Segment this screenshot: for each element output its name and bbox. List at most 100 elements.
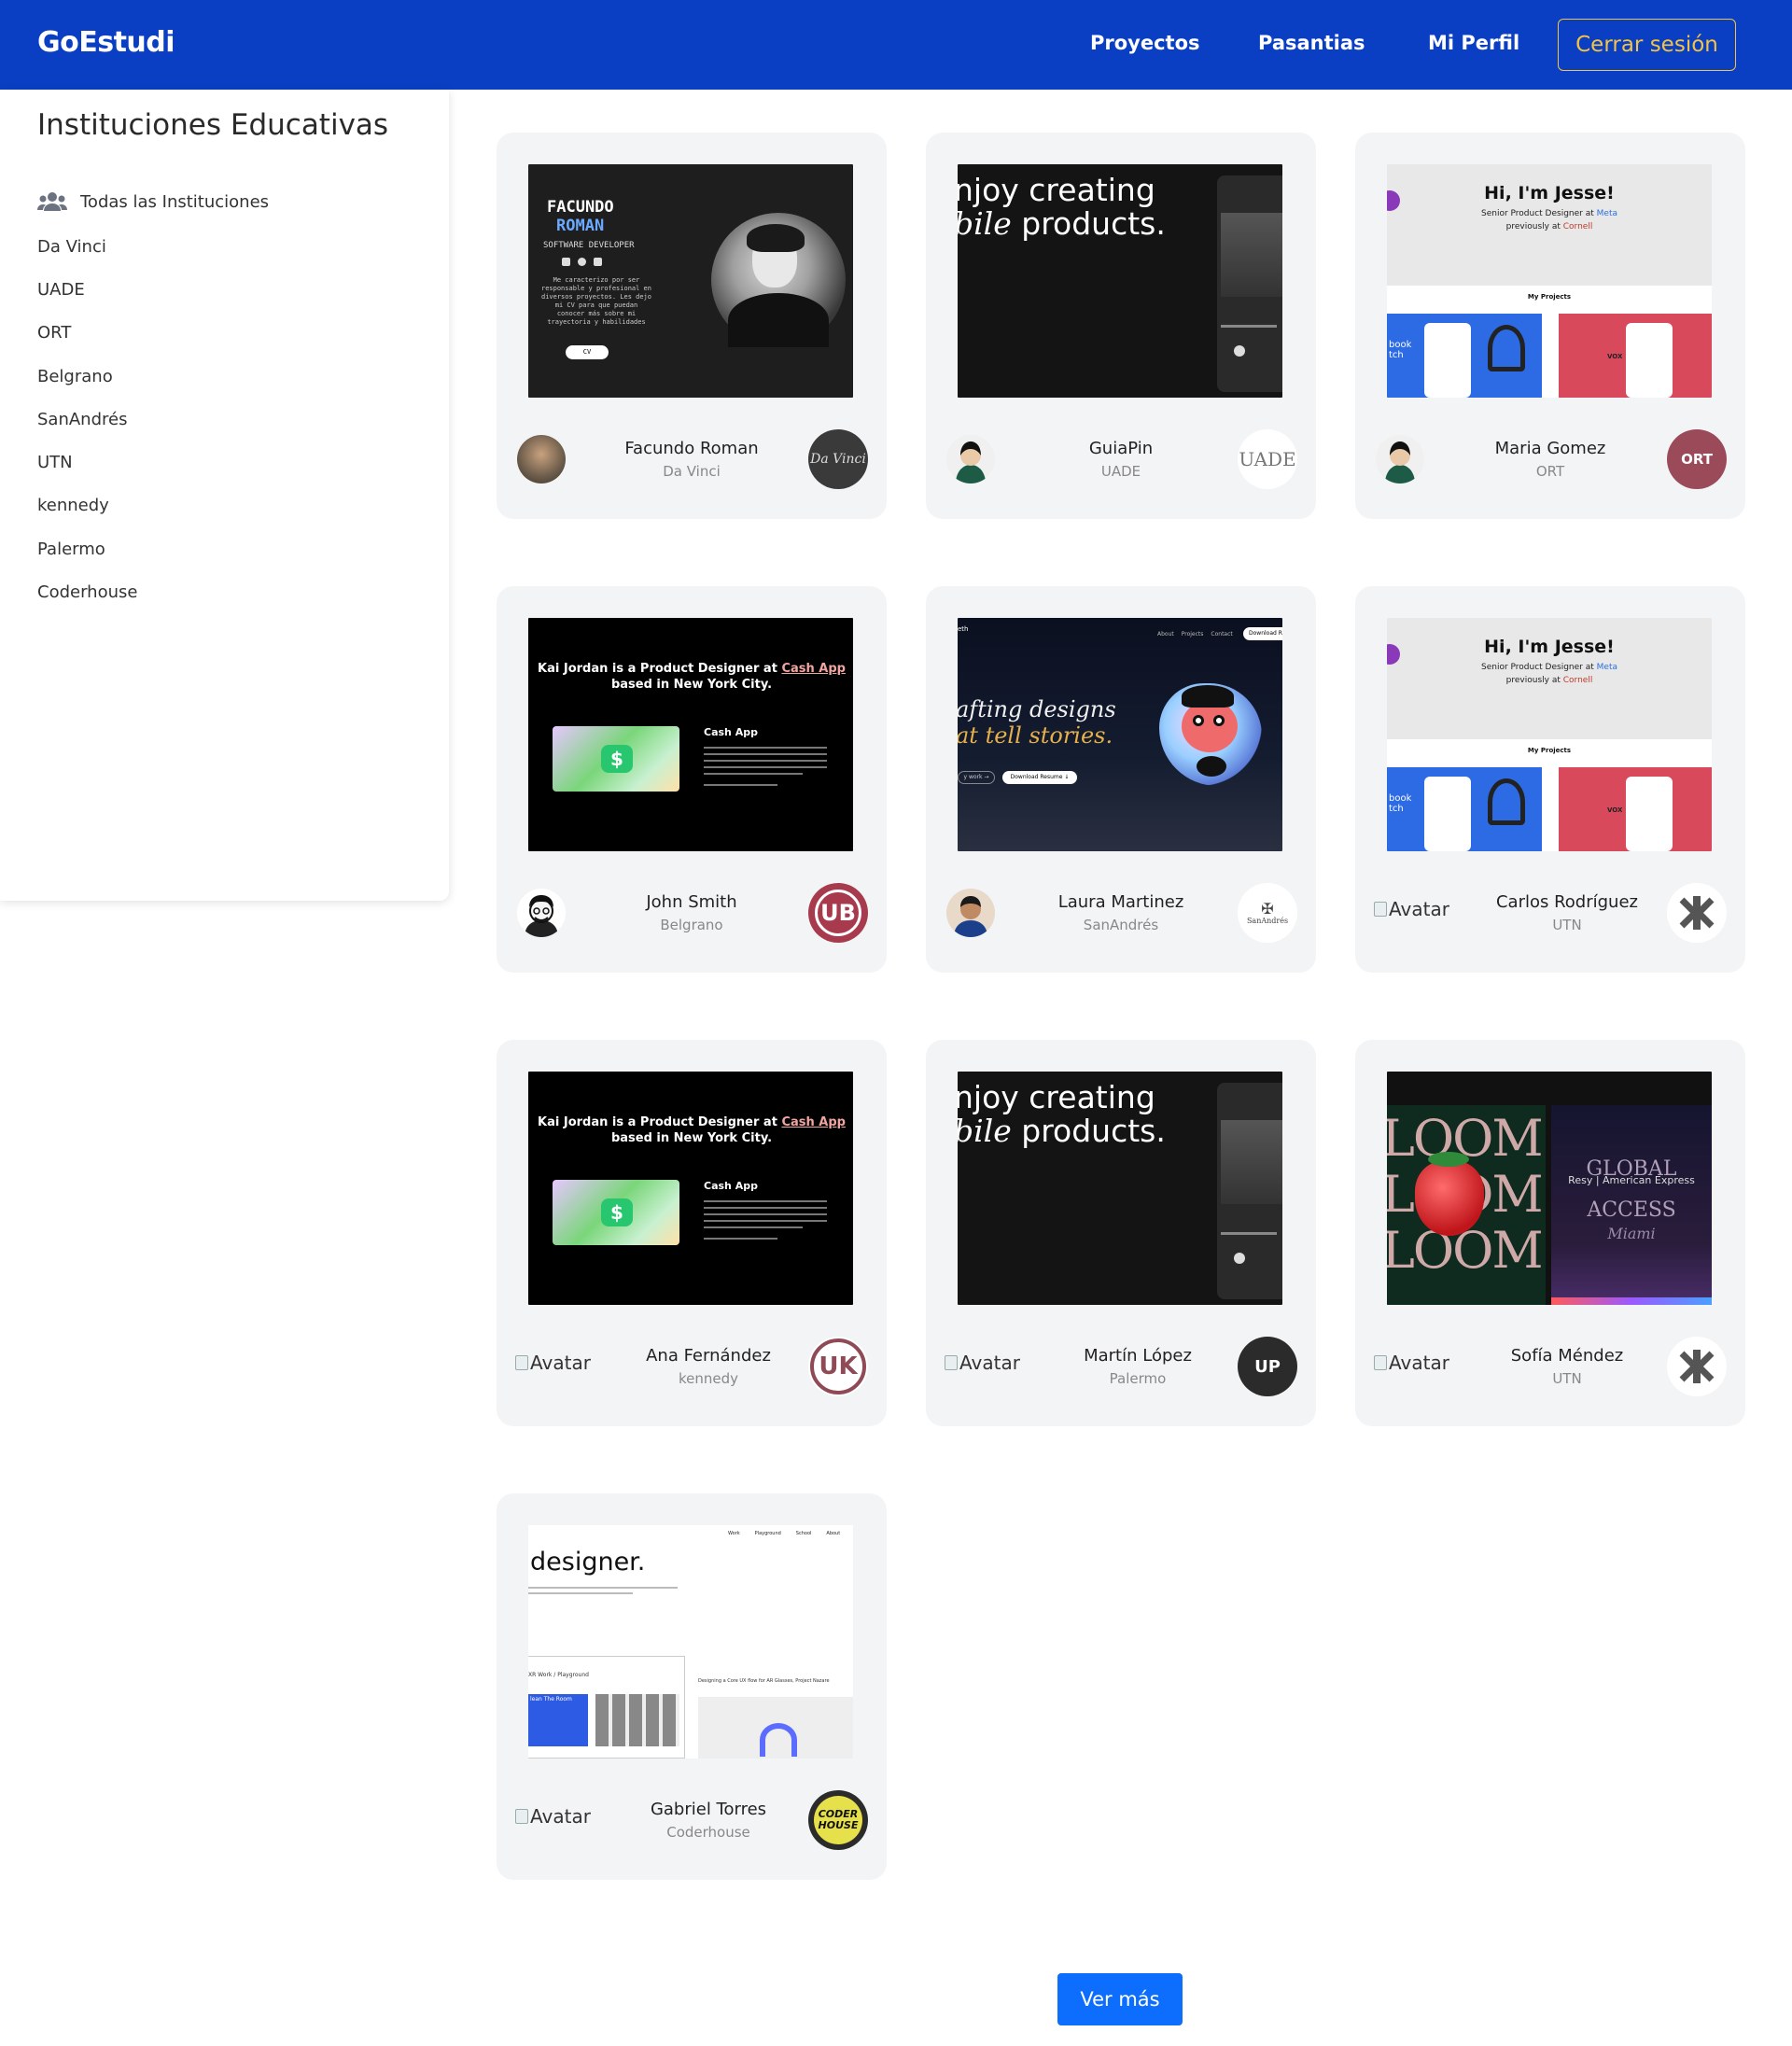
sidebar-item-davinci[interactable]: Da Vinci <box>37 237 106 257</box>
project-tile: book tch <box>1387 767 1542 851</box>
sidebar-item-all[interactable]: Todas las Instituciones <box>37 191 269 212</box>
preview-text: Cash App <box>781 1115 846 1129</box>
project-tile: book tch <box>1387 314 1542 398</box>
preview-text: previously at <box>1505 676 1563 685</box>
preview-text: afting designs <box>958 696 1116 722</box>
preview-text: eth <box>958 625 969 633</box>
institution-logo: UADE <box>1238 429 1297 489</box>
sidebar-item-belgrano[interactable]: Belgrano <box>37 367 113 386</box>
preview-text: Cash App <box>704 1180 758 1192</box>
preview-text: Hi, I'm Jesse! <box>1484 183 1615 203</box>
sidebar-item-uade[interactable]: UADE <box>37 280 85 300</box>
project-preview[interactable]: Hi, I'm Jesse! Senior Product Designer a… <box>1387 618 1712 851</box>
nav-pasantias[interactable]: Pasantias <box>1258 32 1365 54</box>
project-card[interactable]: Kai Jordan is a Product Designer at Cash… <box>497 586 887 973</box>
preview-text: Cash App <box>704 726 758 738</box>
project-card[interactable]: Kai Jordan is a Product Designer at Cash… <box>497 1040 887 1426</box>
preview-text: y work → <box>958 771 995 784</box>
institution-logo: UK <box>808 1337 868 1396</box>
preview-text: bile <box>958 1113 1012 1149</box>
preview-text: Hi, I'm Jesse! <box>1484 637 1615 657</box>
project-preview[interactable]: Hi, I'm Jesse! Senior Product Designer a… <box>1387 164 1712 398</box>
preview-text: products. <box>1011 205 1166 242</box>
project-tile: VOX <box>1559 767 1712 851</box>
sidebar-item-kennedy[interactable]: kennedy <box>37 496 109 515</box>
institution-logo <box>1667 1337 1727 1396</box>
sidebar-item-sanandres[interactable]: SanAndrés <box>37 410 127 429</box>
preview-text: Kai Jordan is a Product Designer at <box>538 1115 782 1129</box>
project-preview[interactable]: LOOM LOOM LOOM GLOBAL Resy | American Ex… <box>1387 1072 1712 1305</box>
project-preview[interactable]: Work Playground School About designer. XR W… <box>528 1525 853 1759</box>
preview-text: Cornell <box>1562 222 1593 231</box>
social-icons <box>562 258 602 266</box>
preview-text: ROMAN <box>556 217 605 235</box>
preview-text: Me caracterizo por ser responsable y pro… <box>540 276 651 326</box>
institution-logo: ORT <box>1667 429 1727 489</box>
project-preview[interactable]: njoy creating bile products. <box>958 1072 1282 1305</box>
phone-mockup <box>1217 175 1282 392</box>
project-card[interactable]: FACUNDO ROMAN SOFTWARE DEVELOPER Me cara… <box>497 133 887 519</box>
sidebar-item-coderhouse[interactable]: Coderhouse <box>37 582 137 602</box>
project-card[interactable]: Work Playground School About designer. XR W… <box>497 1493 887 1880</box>
project-card[interactable]: Hi, I'm Jesse! Senior Product Designer a… <box>1355 586 1745 973</box>
logo-text: UB <box>815 890 861 936</box>
preview-text: products. <box>1011 1113 1166 1149</box>
text-lines <box>704 1200 827 1240</box>
logo-text: CODER HOUSE <box>814 1796 862 1844</box>
portrait-photo <box>711 213 846 347</box>
preview-text: Download Resume ↓ <box>1002 771 1077 784</box>
cashapp-graphic: $ <box>553 726 679 792</box>
sidebar-item-ort[interactable]: ORT <box>37 323 71 343</box>
mascot-graphic <box>1159 683 1262 786</box>
preview-panel: Designing a Core UX flow for AR Glasses,… <box>698 1656 853 1759</box>
preview-text: Meta <box>1596 209 1617 218</box>
top-navbar: GoEstudi Proyectos Pasantias Mi Perfil C… <box>0 0 1792 90</box>
preview-text: My Projects <box>1527 747 1572 754</box>
load-more-button[interactable]: Ver más <box>1057 1973 1183 2025</box>
sidebar-title: Instituciones Educativas <box>37 108 389 142</box>
institution-logo: CODER HOUSE <box>808 1790 868 1850</box>
institution-logo <box>1667 883 1727 943</box>
preview-text: Meta <box>1596 663 1617 672</box>
preview-text: Download R <box>1243 627 1282 640</box>
loom-poster: LOOM LOOM LOOM <box>1387 1105 1546 1305</box>
logo-text: UP <box>1254 1356 1281 1377</box>
preview-text: Senior Product Designer at <box>1481 663 1597 672</box>
institutions-sidebar: Instituciones Educativas Todas las Insti… <box>0 90 449 901</box>
nav-mi-perfil[interactable]: Mi Perfil <box>1428 32 1519 54</box>
preview-text: Kai Jordan is a Product Designer at <box>538 662 782 676</box>
preview-text: at tell stories. <box>958 722 1113 749</box>
institution-logo: Da Vinci <box>808 429 868 489</box>
strawberry-graphic <box>1415 1161 1484 1236</box>
institution-logo: ✠ SanAndrés <box>1238 883 1297 943</box>
preview-text: designer. <box>530 1548 646 1577</box>
project-preview[interactable]: Kai Jordan is a Product Designer at Cash… <box>528 618 853 851</box>
phone-mockup <box>1217 1083 1282 1299</box>
project-card[interactable]: Hi, I'm Jesse! Senior Product Designer a… <box>1355 133 1745 519</box>
project-preview[interactable]: eth About Projects Contact Download R afti… <box>958 618 1282 851</box>
preview-text: book tch <box>1389 340 1412 360</box>
project-card[interactable]: njoy creating bile products. GuiaPin UAD… <box>926 133 1316 519</box>
preview-text: previously at <box>1505 222 1563 231</box>
project-card[interactable]: LOOM LOOM LOOM GLOBAL Resy | American Ex… <box>1355 1040 1745 1426</box>
preview-text: Cash App <box>781 662 846 676</box>
brand-logo[interactable]: GoEstudi <box>37 26 175 59</box>
logout-button[interactable]: Cerrar sesión <box>1558 19 1736 71</box>
text-lines <box>704 747 827 786</box>
global-poster: GLOBAL Resy | American Express ACCESS Mi… <box>1551 1105 1712 1305</box>
sidebar-item-label: Todas las Instituciones <box>80 191 270 212</box>
sidebar-item-palermo[interactable]: Palermo <box>37 540 105 559</box>
cashapp-graphic: $ <box>553 1180 679 1245</box>
nav-proyectos[interactable]: Proyectos <box>1090 32 1200 54</box>
project-preview[interactable]: njoy creating bile products. <box>958 164 1282 398</box>
project-card[interactable]: eth About Projects Contact Download R afti… <box>926 586 1316 973</box>
preview-text: VOX <box>1607 353 1623 360</box>
sidebar-item-utn[interactable]: UTN <box>37 453 73 472</box>
project-card[interactable]: njoy creating bile products. Avatar Mart… <box>926 1040 1316 1426</box>
preview-text: njoy creating <box>958 172 1155 208</box>
project-preview[interactable]: Kai Jordan is a Product Designer at Cash… <box>528 1072 853 1305</box>
preview-text: FACUNDO <box>547 198 614 217</box>
institution-logo: UP <box>1238 1337 1297 1396</box>
preview-text: bile <box>958 205 1012 242</box>
project-preview[interactable]: FACUNDO ROMAN SOFTWARE DEVELOPER Me cara… <box>528 164 853 398</box>
